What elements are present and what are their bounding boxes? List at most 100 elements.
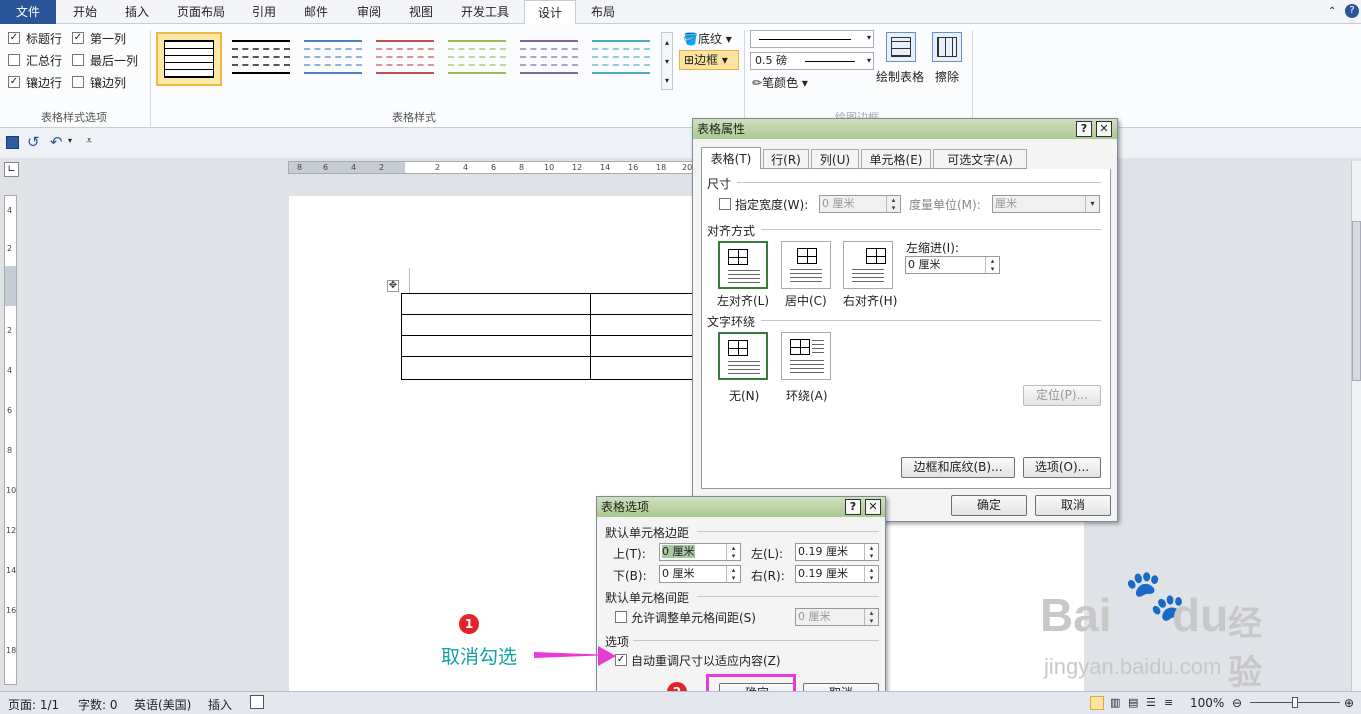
table-style-aqua[interactable] bbox=[588, 32, 654, 86]
first-column-checkbox[interactable]: ✓ bbox=[72, 32, 84, 44]
zoom-out-icon[interactable]: ⊖ bbox=[1232, 696, 1242, 710]
draw-table-icon[interactable] bbox=[886, 32, 916, 62]
tab-home[interactable]: 开始 bbox=[60, 0, 110, 24]
left-margin-input[interactable]: 0.19 厘米 ▴ ▾ bbox=[795, 543, 879, 561]
tab-layout[interactable]: 布局 bbox=[578, 0, 628, 24]
allow-spacing-checkbox[interactable] bbox=[615, 611, 627, 623]
help-button[interactable]: ? bbox=[1076, 121, 1092, 137]
borders-button[interactable]: ⊞边框 ▾ bbox=[679, 50, 739, 70]
minimize-ribbon-icon[interactable]: ⌃ bbox=[1328, 6, 1336, 17]
right-margin-input[interactable]: 0.19 厘米 ▴ ▾ bbox=[795, 565, 879, 583]
outline-icon[interactable]: ☰ bbox=[1146, 696, 1156, 709]
eraser-icon[interactable] bbox=[932, 32, 962, 62]
zoom-slider-thumb[interactable] bbox=[1292, 697, 1298, 708]
cancel-button[interactable]: 取消 bbox=[1035, 495, 1111, 516]
draw-table-label[interactable]: 绘制表格 bbox=[876, 68, 924, 85]
wrap-none-option[interactable] bbox=[718, 332, 768, 380]
align-left-option[interactable] bbox=[718, 241, 768, 289]
tab-mailings[interactable]: 邮件 bbox=[292, 0, 340, 24]
total-row-checkbox[interactable] bbox=[8, 54, 20, 66]
tab-row[interactable]: 行(R) bbox=[763, 149, 809, 169]
spinner-icon[interactable]: ▴ ▾ bbox=[726, 544, 740, 560]
wrap-around-option[interactable] bbox=[781, 332, 831, 380]
table-cell[interactable] bbox=[401, 335, 591, 357]
indent-input[interactable]: 0 厘米 ▴ ▾ bbox=[905, 256, 1000, 274]
line-weight-dropdown[interactable]: 0.5 磅 ▾ bbox=[750, 52, 874, 70]
close-button[interactable]: ✕ bbox=[1096, 121, 1112, 137]
options-button[interactable]: 选项(O)... bbox=[1023, 457, 1101, 478]
print-layout-icon[interactable] bbox=[1090, 696, 1104, 710]
tab-insert[interactable]: 插入 bbox=[112, 0, 162, 24]
table-cell[interactable] bbox=[590, 293, 700, 315]
tab-review[interactable]: 审阅 bbox=[344, 0, 394, 24]
undo-icon[interactable]: ↺ bbox=[27, 133, 40, 151]
spinner-icon[interactable]: ▴ ▾ bbox=[726, 566, 740, 582]
horizontal-ruler[interactable]: 8 6 4 2 2 4 6 8 10 12 14 16 18 20 bbox=[288, 161, 698, 174]
vertical-scrollbar[interactable] bbox=[1351, 161, 1361, 691]
help-button[interactable]: ? bbox=[845, 499, 861, 515]
auto-resize-checkbox[interactable]: ✓ bbox=[615, 654, 627, 666]
preferred-width-checkbox[interactable] bbox=[719, 198, 731, 210]
table-cell[interactable] bbox=[401, 314, 591, 336]
bottom-margin-input[interactable]: 0 厘米 ▴ ▾ bbox=[659, 565, 741, 583]
top-margin-input[interactable]: 0 厘米 ▴ ▾ bbox=[659, 543, 741, 561]
tab-design[interactable]: 设计 bbox=[524, 0, 576, 25]
banded-columns-checkbox[interactable] bbox=[72, 76, 84, 88]
chevron-down-icon[interactable]: ▾ bbox=[68, 136, 72, 145]
draft-icon[interactable]: ≡ bbox=[1164, 696, 1173, 709]
spinner-icon[interactable]: ▴ ▾ bbox=[886, 196, 900, 212]
word-count[interactable]: 字数: 0 bbox=[78, 696, 118, 713]
language[interactable]: 英语(美国) bbox=[134, 696, 191, 713]
ok-button[interactable]: 确定 bbox=[951, 495, 1027, 516]
customize-qat-icon[interactable]: ⩡ bbox=[86, 134, 92, 148]
pen-color-button[interactable]: ✏笔颜色 ▾ bbox=[752, 74, 808, 91]
tab-table[interactable]: 表格(T) bbox=[701, 147, 761, 170]
align-right-option[interactable] bbox=[843, 241, 893, 289]
table-style-purple[interactable] bbox=[516, 32, 582, 86]
measure-in-select[interactable]: 厘米 ▾ bbox=[992, 195, 1100, 213]
chevron-down-icon[interactable]: ▾ bbox=[1085, 196, 1099, 212]
line-style-dropdown[interactable]: ▾ bbox=[750, 30, 874, 48]
align-center-option[interactable] bbox=[781, 241, 831, 289]
zoom-in-icon[interactable]: ⊕ bbox=[1344, 696, 1354, 710]
insert-mode[interactable]: 插入 bbox=[208, 696, 232, 713]
eraser-label[interactable]: 擦除 bbox=[935, 68, 959, 85]
close-button[interactable]: ✕ bbox=[865, 499, 881, 515]
spinner-icon[interactable]: ▴ ▾ bbox=[864, 609, 878, 625]
gallery-scroll[interactable]: ▴ ▾ ▾ bbox=[661, 32, 673, 90]
spinner-icon[interactable]: ▴ ▾ bbox=[864, 566, 878, 582]
banded-rows-checkbox[interactable]: ✓ bbox=[8, 76, 20, 88]
save-icon[interactable] bbox=[6, 136, 19, 149]
table-cell[interactable] bbox=[590, 335, 700, 357]
tab-cell[interactable]: 单元格(E) bbox=[861, 149, 931, 169]
spinner-icon[interactable]: ▴ ▾ bbox=[864, 544, 878, 560]
table-style-plain-grid[interactable] bbox=[156, 32, 222, 86]
web-layout-icon[interactable]: ▤ bbox=[1128, 696, 1138, 709]
tab-page-layout[interactable]: 页面布局 bbox=[166, 0, 236, 24]
table-style-blue[interactable] bbox=[300, 32, 366, 86]
table-move-handle-icon[interactable]: ✥ bbox=[387, 280, 399, 292]
last-column-checkbox[interactable] bbox=[72, 54, 84, 66]
spacing-input[interactable]: 0 厘米 ▴ ▾ bbox=[795, 608, 879, 626]
table-style-green[interactable] bbox=[444, 32, 510, 86]
help-icon[interactable]: ? bbox=[1345, 4, 1359, 18]
tab-column[interactable]: 列(U) bbox=[811, 149, 859, 169]
positioning-button[interactable]: 定位(P)... bbox=[1023, 385, 1101, 406]
tab-view[interactable]: 视图 bbox=[396, 0, 446, 24]
tab-references[interactable]: 引用 bbox=[240, 0, 288, 24]
full-screen-reading-icon[interactable]: ▥ bbox=[1110, 696, 1120, 709]
page-count[interactable]: 页面: 1/1 bbox=[8, 696, 59, 713]
table-cell[interactable] bbox=[401, 293, 591, 315]
table-cell[interactable] bbox=[590, 314, 700, 336]
tab-file[interactable]: 文件 bbox=[0, 0, 56, 24]
tab-developer[interactable]: 开发工具 bbox=[450, 0, 520, 24]
tab-stop-icon[interactable]: ∟ bbox=[4, 162, 19, 177]
borders-shading-button[interactable]: 边框和底纹(B)... bbox=[901, 457, 1015, 478]
zoom-level[interactable]: 100% bbox=[1190, 696, 1224, 710]
macro-record-icon[interactable] bbox=[250, 695, 264, 709]
table-style-light-shading[interactable] bbox=[228, 32, 294, 86]
tab-alt-text[interactable]: 可选文字(A) bbox=[933, 149, 1027, 169]
table-cell[interactable] bbox=[401, 356, 591, 380]
shading-button[interactable]: 🪣底纹 ▾ bbox=[683, 30, 732, 47]
header-row-checkbox[interactable]: ✓ bbox=[8, 32, 20, 44]
